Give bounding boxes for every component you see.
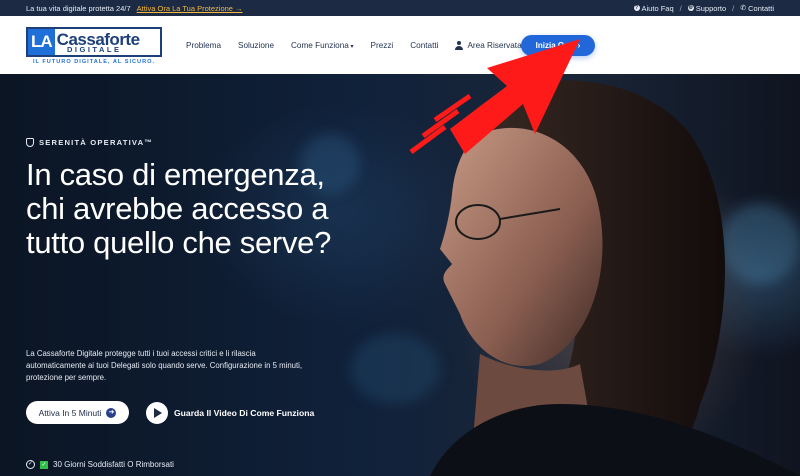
topbar-link-contacts[interactable]: ✆ Contatti xyxy=(740,4,774,13)
topbar-link-faq[interactable]: ? Aiuto Faq xyxy=(633,3,674,13)
shield-icon xyxy=(26,138,34,147)
support-gear-icon: ⚙ xyxy=(687,5,694,11)
attiva-button-label: Attiva In 5 Minuti xyxy=(38,407,102,418)
watch-video-button[interactable]: Guarda Il Video Di Come Funziona xyxy=(146,401,314,424)
topbar-link-support-label: Supporto xyxy=(695,3,727,13)
top-announcement-bar: La tua vita digitale protetta 24/7 Attiv… xyxy=(0,0,800,16)
topbar-link-contacts-label: Contatti xyxy=(748,3,774,13)
play-icon xyxy=(146,401,168,424)
nav-item-come-funziona[interactable]: Come Funziona xyxy=(291,41,353,50)
attiva-button[interactable]: Attiva In 5 Minuti ➜ xyxy=(26,401,129,424)
check-circle-icon: ✓ xyxy=(26,460,35,469)
red-pointer-arrow-icon xyxy=(409,39,580,155)
nav-item-soluzione[interactable]: Soluzione xyxy=(238,41,274,50)
hero-headline: In caso di emergenza, chi avrebbe access… xyxy=(26,157,332,260)
logo-tagline: IL FUTURO DIGITALE, AL SICURO. xyxy=(32,59,156,65)
nav-item-prezzi[interactable]: Prezzi xyxy=(371,41,394,50)
hero-eyebrow-label: SERENITÀ OPERATIVA™ xyxy=(39,138,154,147)
topbar-link-faq-label: Aiuto Faq xyxy=(641,3,674,13)
arrow-right-icon: ➜ xyxy=(106,407,117,418)
logo-sub-text: DIGITALE xyxy=(64,45,125,54)
topbar-links: ? Aiuto Faq / ⚙ Supporto / ✆ Contatti xyxy=(633,3,774,13)
topbar-promo-link[interactable]: Attiva Ora La Tua Protezione → xyxy=(137,4,243,13)
topbar-separator: / xyxy=(679,3,682,13)
topbar-separator: / xyxy=(732,3,735,13)
nav-item-problema[interactable]: Problema xyxy=(186,41,221,50)
guarantee-badge: ✓ ✓ 30 Giorni Soddisfatti O Rimborsati xyxy=(26,460,174,469)
phone-icon: ✆ xyxy=(740,5,747,12)
question-circle-icon: ? xyxy=(633,5,640,11)
guarantee-label: 30 Giorni Soddisfatti O Rimborsati xyxy=(53,460,174,469)
logo-la: LA xyxy=(28,29,55,55)
hero-eyebrow: SERENITÀ OPERATIVA™ xyxy=(26,138,153,147)
topbar-link-support[interactable]: ⚙ Supporto xyxy=(687,3,727,13)
topbar-tagline: La tua vita digitale protetta 24/7 xyxy=(26,3,131,13)
site-logo[interactable]: LA Cassaforte DIGITALE IL FUTURO DIGITAL… xyxy=(26,23,162,67)
hero-description: La Cassaforte Digitale protegge tutti i … xyxy=(26,349,303,382)
watch-video-label: Guarda Il Video Di Come Funziona xyxy=(174,407,315,418)
green-check-icon: ✓ xyxy=(40,460,48,469)
